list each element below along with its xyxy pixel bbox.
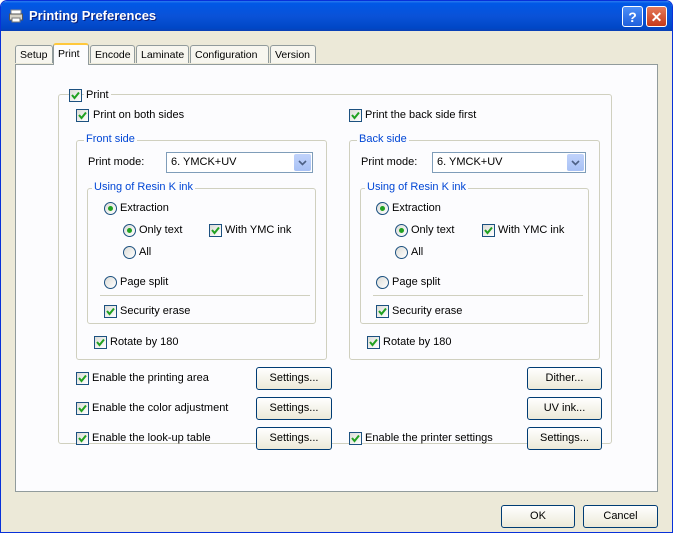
print-checkbox[interactable]	[69, 89, 82, 102]
front-with-ymc-checkbox[interactable]	[209, 224, 222, 237]
checkmark-icon	[71, 91, 80, 100]
back-print-mode-select[interactable]: 6. YMCK+UV	[432, 152, 586, 173]
printing-area-label: Enable the printing area	[92, 372, 209, 384]
ok-button[interactable]: OK	[501, 505, 575, 528]
tab-setup[interactable]: Setup	[15, 45, 53, 63]
checkmark-icon	[351, 434, 360, 443]
checkmark-icon	[484, 226, 493, 235]
printer-settings-button[interactable]: Settings...	[527, 427, 602, 450]
print-both-sides-checkbox[interactable]	[76, 109, 89, 122]
front-only-text-radio[interactable]	[123, 224, 136, 237]
lookup-table-settings-button[interactable]: Settings...	[256, 427, 332, 450]
print-back-first-label: Print the back side first	[365, 109, 477, 121]
checkmark-icon	[378, 307, 387, 316]
print-both-sides-label: Print on both sides	[93, 109, 185, 121]
color-adjustment-settings-button[interactable]: Settings...	[256, 397, 332, 420]
color-adjustment-checkbox[interactable]	[76, 402, 89, 415]
chevron-down-icon[interactable]	[294, 154, 311, 171]
back-extraction-radio[interactable]	[376, 202, 389, 215]
front-security-erase-checkbox[interactable]	[104, 305, 117, 318]
tab-encode[interactable]: Encode	[90, 45, 135, 63]
front-only-text-label: Only text	[139, 224, 183, 236]
printing-area-checkbox[interactable]	[76, 372, 89, 385]
chevron-down-icon[interactable]	[567, 154, 584, 171]
lookup-table-checkbox[interactable]	[76, 432, 89, 445]
uv-ink-button[interactable]: UV ink...	[527, 397, 602, 420]
print-tab-panel: Print Print on both sides Front side Pri…	[15, 64, 658, 492]
printing-preferences-window: Printing Preferences ? ✕ Setup Print Enc…	[0, 0, 673, 533]
back-page-split-radio[interactable]	[376, 276, 389, 289]
question-icon: ?	[628, 9, 637, 25]
front-print-mode-value: 6. YMCK+UV	[171, 156, 237, 168]
front-rotate-checkbox[interactable]	[94, 336, 107, 349]
front-security-erase-label: Security erase	[120, 305, 191, 317]
back-extraction-label: Extraction	[392, 202, 441, 214]
printer-app-icon	[9, 9, 23, 23]
title-bar[interactable]: Printing Preferences ? ✕	[1, 1, 672, 31]
back-security-erase-checkbox[interactable]	[376, 305, 389, 318]
checkmark-icon	[78, 434, 87, 443]
front-all-label: All	[139, 246, 152, 258]
dialog-content: Setup Print Encode Laminate Configuratio…	[5, 31, 668, 529]
checkmark-icon	[106, 307, 115, 316]
back-rotate-label: Rotate by 180	[383, 336, 452, 348]
back-rotate-checkbox[interactable]	[367, 336, 380, 349]
front-extraction-label: Extraction	[120, 202, 169, 214]
tab-laminate[interactable]: Laminate	[136, 45, 189, 63]
window-title: Printing Preferences	[29, 8, 157, 23]
print-label: Print	[84, 89, 111, 101]
front-with-ymc-label: With YMC ink	[225, 224, 292, 236]
dither-button[interactable]: Dither...	[527, 367, 602, 390]
front-all-radio[interactable]	[123, 246, 136, 259]
front-side-title: Front side	[84, 133, 137, 145]
print-back-first-checkbox[interactable]	[349, 109, 362, 122]
checkmark-icon	[369, 338, 378, 347]
back-resin-title: Using of Resin K ink	[365, 181, 469, 193]
checkmark-icon	[78, 404, 87, 413]
tab-version[interactable]: Version	[270, 45, 316, 63]
tab-configuration[interactable]: Configuration	[190, 45, 269, 63]
back-side-title: Back side	[357, 133, 409, 145]
cancel-button[interactable]: Cancel	[583, 505, 658, 528]
front-resin-title: Using of Resin K ink	[92, 181, 196, 193]
back-print-mode-value: 6. YMCK+UV	[437, 156, 503, 168]
front-print-mode-label: Print mode:	[88, 156, 145, 168]
back-print-mode-label: Print mode:	[361, 156, 418, 168]
front-page-split-label: Page split	[120, 276, 169, 288]
front-resin-divider	[100, 295, 310, 296]
checkmark-icon	[211, 226, 220, 235]
printer-settings-label: Enable the printer settings	[365, 432, 493, 444]
color-adjustment-label: Enable the color adjustment	[92, 402, 229, 414]
printing-area-settings-button[interactable]: Settings...	[256, 367, 332, 390]
back-security-erase-label: Security erase	[392, 305, 463, 317]
back-with-ymc-checkbox[interactable]	[482, 224, 495, 237]
back-resin-divider	[373, 295, 583, 296]
front-print-mode-select[interactable]: 6. YMCK+UV	[166, 152, 313, 173]
front-page-split-radio[interactable]	[104, 276, 117, 289]
back-with-ymc-label: With YMC ink	[498, 224, 565, 236]
checkmark-icon	[351, 111, 360, 120]
back-page-split-label: Page split	[392, 276, 441, 288]
back-only-text-radio[interactable]	[395, 224, 408, 237]
front-rotate-label: Rotate by 180	[110, 336, 179, 348]
checkmark-icon	[78, 111, 87, 120]
tab-print[interactable]: Print	[53, 43, 89, 65]
back-only-text-label: Only text	[411, 224, 455, 236]
checkmark-icon	[78, 374, 87, 383]
front-extraction-radio[interactable]	[104, 202, 117, 215]
printer-settings-checkbox[interactable]	[349, 432, 362, 445]
checkmark-icon	[96, 338, 105, 347]
back-all-label: All	[411, 246, 424, 258]
close-icon: ✕	[650, 9, 663, 25]
back-all-radio[interactable]	[395, 246, 408, 259]
lookup-table-label: Enable the look-up table	[92, 432, 211, 444]
close-button[interactable]: ✕	[646, 6, 667, 27]
help-button[interactable]: ?	[622, 6, 643, 27]
